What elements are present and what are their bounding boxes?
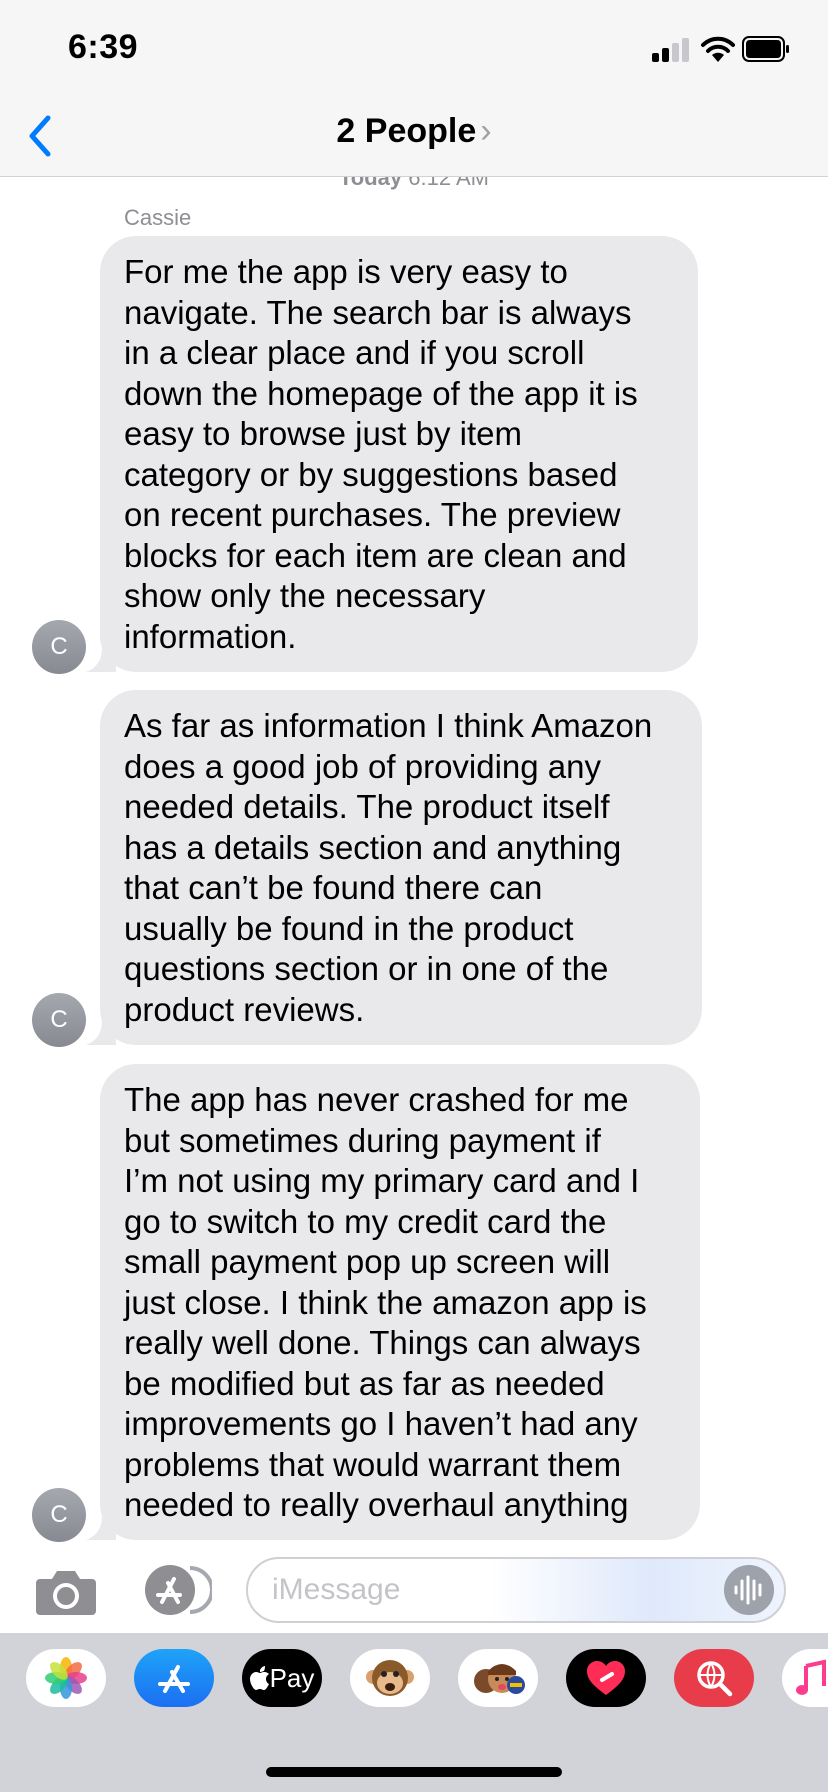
compose-bar (0, 1547, 828, 1633)
memoji-app-icon[interactable] (458, 1649, 538, 1707)
bubble-tail (86, 1510, 116, 1540)
message-row: C For me the app is very easy to navigat… (0, 236, 828, 674)
message-input[interactable] (246, 1557, 786, 1623)
animoji-app-icon[interactable] (350, 1649, 430, 1707)
message-thread[interactable]: Today 6:12 AM Cassie C For me the app is… (0, 177, 828, 1547)
message-row: C The app has never crashed for me but s… (0, 1064, 828, 1542)
sender-name: Cassie (124, 205, 192, 230)
status-time: 6:39 (68, 28, 139, 66)
message-text: The app has never crashed for me but som… (124, 1081, 647, 1523)
apple-pay-label: Pay (269, 1662, 315, 1693)
monkey-face-icon (366, 1660, 414, 1696)
photos-app-icon[interactable] (26, 1649, 106, 1707)
music-note-icon (796, 1659, 826, 1695)
music-app-icon[interactable] (782, 1649, 828, 1707)
timestamp-day: Today (339, 177, 403, 190)
home-indicator[interactable] (266, 1767, 562, 1777)
message-row: C As far as information I think Amazon d… (0, 690, 828, 1047)
bubble-tail (86, 1015, 116, 1045)
cellular-signal-icon (652, 38, 692, 62)
bubble-tail (86, 642, 116, 672)
timestamp-time: 6:12 AM (408, 177, 489, 190)
message-bubble[interactable]: For me the app is very easy to navigate.… (86, 236, 698, 672)
conversation-header: 2 People › (0, 100, 828, 177)
app-store-glyph-icon (158, 1665, 190, 1693)
avatar[interactable]: C (32, 620, 86, 674)
message-text: For me the app is very easy to navigate.… (124, 253, 638, 655)
memoji-faces-icon (474, 1664, 525, 1694)
message-bubble[interactable]: As far as information I think Amazon doe… (86, 690, 702, 1045)
images-search-app-icon[interactable] (674, 1649, 754, 1707)
message-bubble[interactable]: The app has never crashed for me but som… (86, 1064, 700, 1540)
conversation-title-button[interactable]: 2 People › (0, 112, 828, 151)
audio-waveform-icon[interactable] (724, 1565, 774, 1615)
digital-touch-app-icon[interactable] (566, 1649, 646, 1707)
photos-flower-icon (45, 1657, 87, 1699)
chevron-right-icon: › (480, 112, 492, 150)
app-store-icon[interactable] (140, 1563, 212, 1617)
avatar[interactable]: C (32, 1488, 86, 1542)
wifi-icon (701, 36, 735, 62)
apple-pay-app-icon[interactable]: Pay (242, 1649, 322, 1707)
message-timestamp: Today 6:12 AM (0, 177, 828, 191)
apple-logo-icon (249, 1666, 269, 1690)
status-bar: 6:39 (0, 0, 828, 100)
message-text: As far as information I think Amazon doe… (124, 707, 653, 1028)
heart-icon (587, 1661, 625, 1695)
conversation-title: 2 People (336, 112, 477, 150)
app-store-app-icon[interactable] (134, 1649, 214, 1707)
battery-icon (742, 36, 789, 62)
camera-icon[interactable] (34, 1567, 98, 1617)
globe-search-icon (697, 1661, 733, 1697)
avatar[interactable]: C (32, 993, 86, 1047)
